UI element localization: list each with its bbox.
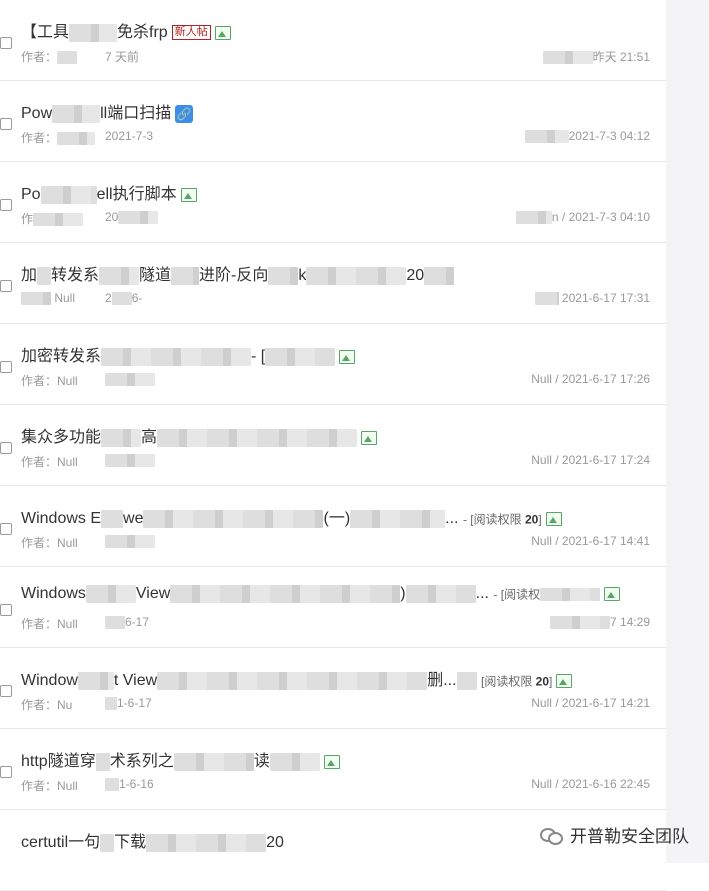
author-meta: 作 xyxy=(21,210,84,227)
thread-list: 【工具 免杀frp 新人帖 作者： 7 天前 昨天 21:51 Pow ll端口扫描 🔗… xyxy=(0,0,666,891)
list-item[interactable]: Pow ll端口扫描 🔗 作者： 2021-7-3 2021-7-3 04:12 xyxy=(0,81,666,162)
read-permission: [阅读权限 20] xyxy=(480,674,553,689)
post-date: 6-17 xyxy=(105,615,149,630)
wechat-icon xyxy=(540,826,563,845)
row-checkbox[interactable] xyxy=(0,523,12,535)
list-item[interactable]: Windows View)... - [阅读权 作者：Null 6-17 7 14… xyxy=(0,567,666,648)
thread-title[interactable]: certutil一句 下载 20 xyxy=(21,828,284,852)
author-meta: 作者：Null xyxy=(21,779,78,793)
list-item[interactable]: 加密转发系 - [ 作者：Null Null / 2021-6-17 17:26 xyxy=(0,324,666,405)
post-date: 2021-7-3 xyxy=(105,129,154,143)
image-attachment-icon xyxy=(556,673,573,688)
new-user-badge: 新人帖 xyxy=(171,25,211,41)
thread-title[interactable]: 集众多功能高 xyxy=(21,423,378,447)
post-date xyxy=(105,372,155,387)
author-meta: 作者： xyxy=(21,129,96,146)
thread-title[interactable]: 加密转发系 - [ xyxy=(21,342,356,366)
watermark: 开普勒安全团队 xyxy=(540,822,689,847)
image-attachment-icon xyxy=(180,187,197,202)
read-permission: - [阅读权 xyxy=(493,587,541,602)
row-checkbox[interactable] xyxy=(0,280,12,292)
list-item[interactable]: 【工具 免杀frp 新人帖 作者： 7 天前 昨天 21:51 xyxy=(0,0,666,81)
post-date xyxy=(105,534,155,549)
list-item[interactable]: 加转发系 隧道 进阶-反向 k 20 Null 2 6- 2021-6-17 17:31 xyxy=(0,243,666,324)
list-item[interactable]: 集众多功能高 作者：Null Null / 2021-6-17 17:24 xyxy=(0,405,666,486)
image-attachment-icon xyxy=(545,511,562,526)
last-reply: Null / 2021-6-17 14:41 xyxy=(531,534,650,548)
row-checkbox[interactable] xyxy=(0,766,12,778)
row-checkbox[interactable] xyxy=(0,361,12,373)
row-checkbox[interactable] xyxy=(0,685,12,697)
image-attachment-icon xyxy=(339,349,356,364)
thread-title[interactable]: 加转发系 隧道 进阶-反向 k 20 xyxy=(21,261,455,285)
last-reply: Null / 2021-6-16 22:45 xyxy=(531,777,650,791)
read-permission: - [阅读权限 20] xyxy=(462,512,542,527)
post-date: 2 6- xyxy=(105,291,143,306)
thread-title[interactable]: Po ell执行脚本 xyxy=(21,180,197,204)
post-date xyxy=(105,453,155,468)
last-reply: 昨天 21:51 xyxy=(542,48,650,65)
row-checkbox[interactable] xyxy=(0,604,12,616)
list-item[interactable]: Po ell执行脚本 作 20 n / 2021-7-3 04:10 xyxy=(0,162,666,243)
image-attachment-icon xyxy=(604,587,621,601)
last-reply: 2021-6-17 17:31 xyxy=(534,291,650,306)
last-reply: Null / 2021-6-17 17:26 xyxy=(531,372,650,386)
right-panel xyxy=(666,0,709,863)
author-meta: 作者： xyxy=(21,48,78,65)
post-date: 1-6-16 xyxy=(105,777,154,792)
row-checkbox[interactable] xyxy=(0,118,12,130)
author-meta: 作者：Null xyxy=(21,455,78,469)
row-checkbox[interactable] xyxy=(0,37,12,49)
author-meta: 作者：Null xyxy=(21,536,78,550)
post-date: 1-6-17 xyxy=(105,696,152,711)
last-reply: 7 14:29 xyxy=(549,615,650,630)
last-reply: n / 2021-7-3 04:10 xyxy=(515,210,650,225)
thread-title[interactable]: Pow ll端口扫描 🔗 xyxy=(21,99,194,123)
thread-title[interactable]: http隧道穿 术系列之读 xyxy=(21,747,340,771)
post-date: 20 xyxy=(105,210,159,225)
image-attachment-icon xyxy=(361,430,378,445)
image-attachment-icon xyxy=(214,25,231,40)
link-icon: 🔗 xyxy=(175,104,194,123)
thread-title[interactable]: 【工具 免杀frp 新人帖 xyxy=(21,18,231,42)
last-reply: 2021-7-3 04:12 xyxy=(524,129,650,144)
author-meta: Null xyxy=(21,291,75,306)
author-meta: 作者：Null xyxy=(21,617,78,631)
thread-title[interactable]: Window t View 删... [阅读权限 20] xyxy=(21,666,573,690)
row-checkbox[interactable] xyxy=(0,199,12,211)
post-date: 7 天前 xyxy=(105,50,140,64)
list-item[interactable]: Window t View 删... [阅读权限 20] 作者：Nu 1-6-17 … xyxy=(0,648,666,729)
author-meta: 作者：Nu xyxy=(21,698,73,712)
list-item[interactable]: Windows Ewe (一)... - [阅读权限 20] 作者：Null Nu… xyxy=(0,486,666,567)
last-reply: Null / 2021-6-17 17:24 xyxy=(531,453,650,467)
author-meta: 作者：Null xyxy=(21,374,78,388)
thread-title[interactable]: Windows View)... - [阅读权 xyxy=(21,585,621,603)
last-reply: Null / 2021-6-17 14:21 xyxy=(531,696,650,710)
image-attachment-icon xyxy=(323,754,340,769)
list-item[interactable]: http隧道穿 术系列之读 作者：Null 1-6-16 Null / 2021-… xyxy=(0,729,666,810)
thread-title[interactable]: Windows Ewe (一)... - [阅读权限 20] xyxy=(21,504,562,528)
row-checkbox[interactable] xyxy=(0,442,12,454)
